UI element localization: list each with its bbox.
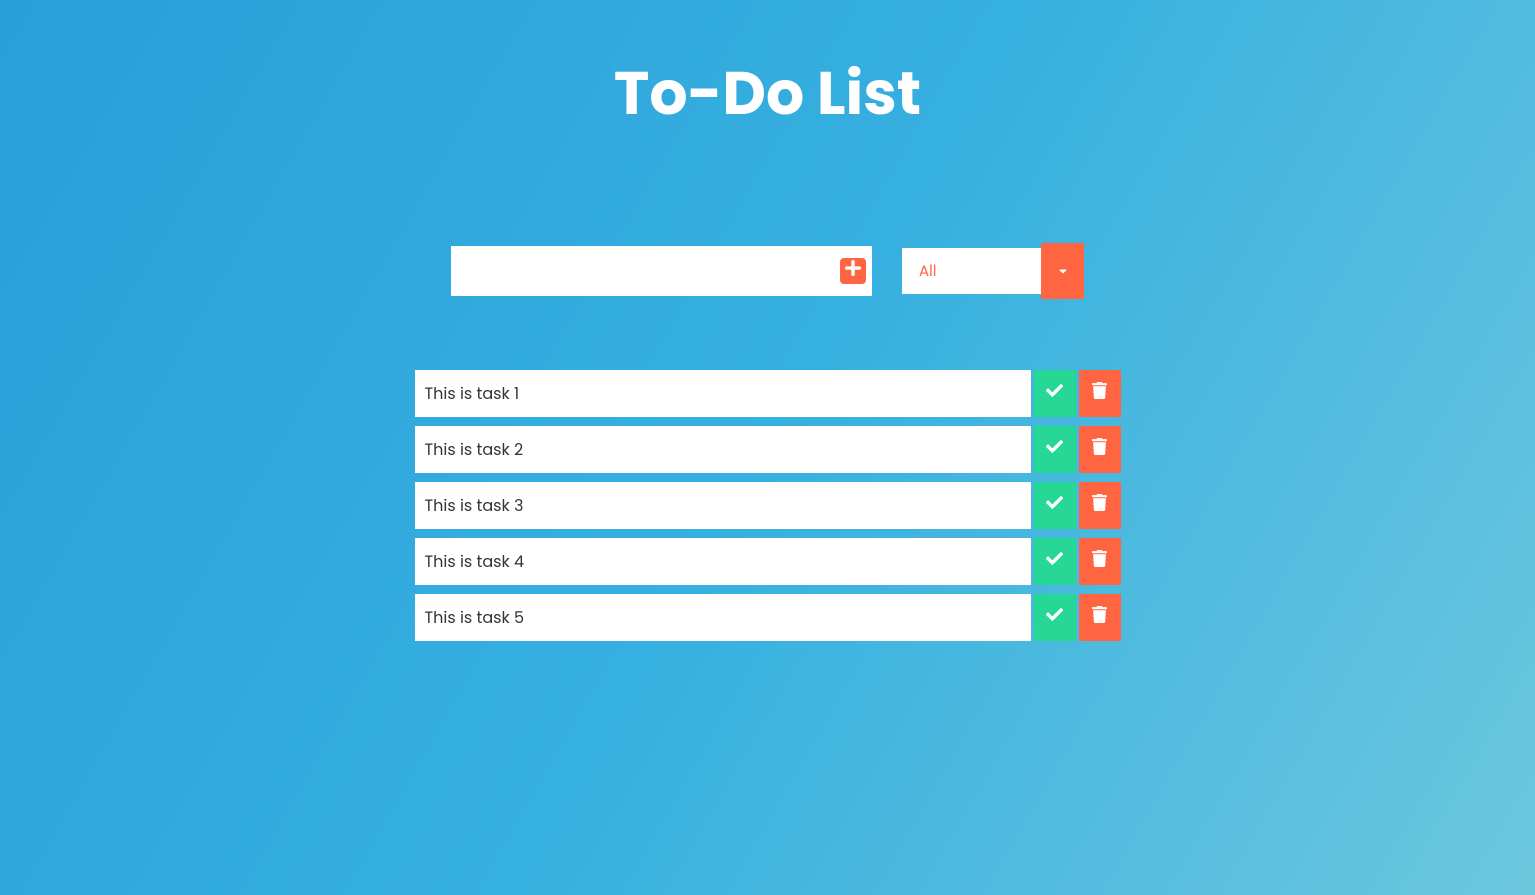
task-row: This is task 5 bbox=[415, 594, 1121, 641]
task-row: This is task 1 bbox=[415, 370, 1121, 417]
trash-icon bbox=[1091, 438, 1108, 461]
task-row: This is task 2 bbox=[415, 426, 1121, 473]
check-icon bbox=[1046, 494, 1063, 517]
filter-selected-label: All bbox=[902, 248, 1041, 294]
app-container: To-Do List All This is task 1 bbox=[0, 0, 1535, 641]
trash-icon bbox=[1091, 606, 1108, 629]
check-icon bbox=[1046, 438, 1063, 461]
controls-row: All bbox=[451, 246, 1084, 296]
task-row: This is task 3 bbox=[415, 482, 1121, 529]
delete-task-button[interactable] bbox=[1079, 482, 1121, 529]
task-input[interactable] bbox=[454, 246, 840, 296]
caret-down-icon bbox=[1057, 259, 1069, 284]
filter-caret[interactable] bbox=[1041, 243, 1084, 299]
complete-task-button[interactable] bbox=[1034, 370, 1076, 417]
delete-task-button[interactable] bbox=[1079, 594, 1121, 641]
plus-icon bbox=[844, 259, 862, 283]
complete-task-button[interactable] bbox=[1034, 482, 1076, 529]
task-label: This is task 5 bbox=[415, 594, 1031, 641]
complete-task-button[interactable] bbox=[1034, 426, 1076, 473]
complete-task-button[interactable] bbox=[1034, 594, 1076, 641]
complete-task-button[interactable] bbox=[1034, 538, 1076, 585]
delete-task-button[interactable] bbox=[1079, 370, 1121, 417]
task-list: This is task 1 This is task 2 bbox=[415, 370, 1121, 641]
check-icon bbox=[1046, 550, 1063, 573]
filter-select[interactable]: All bbox=[902, 248, 1084, 294]
trash-icon bbox=[1091, 494, 1108, 517]
task-label: This is task 1 bbox=[415, 370, 1031, 417]
task-label: This is task 4 bbox=[415, 538, 1031, 585]
delete-task-button[interactable] bbox=[1079, 538, 1121, 585]
trash-icon bbox=[1091, 550, 1108, 573]
trash-icon bbox=[1091, 382, 1108, 405]
task-label: This is task 3 bbox=[415, 482, 1031, 529]
check-icon bbox=[1046, 382, 1063, 405]
page-title: To-Do List bbox=[614, 48, 921, 138]
delete-task-button[interactable] bbox=[1079, 426, 1121, 473]
task-label: This is task 2 bbox=[415, 426, 1031, 473]
task-row: This is task 4 bbox=[415, 538, 1121, 585]
task-input-wrapper bbox=[451, 246, 872, 296]
check-icon bbox=[1046, 606, 1063, 629]
add-task-button[interactable] bbox=[840, 258, 866, 284]
